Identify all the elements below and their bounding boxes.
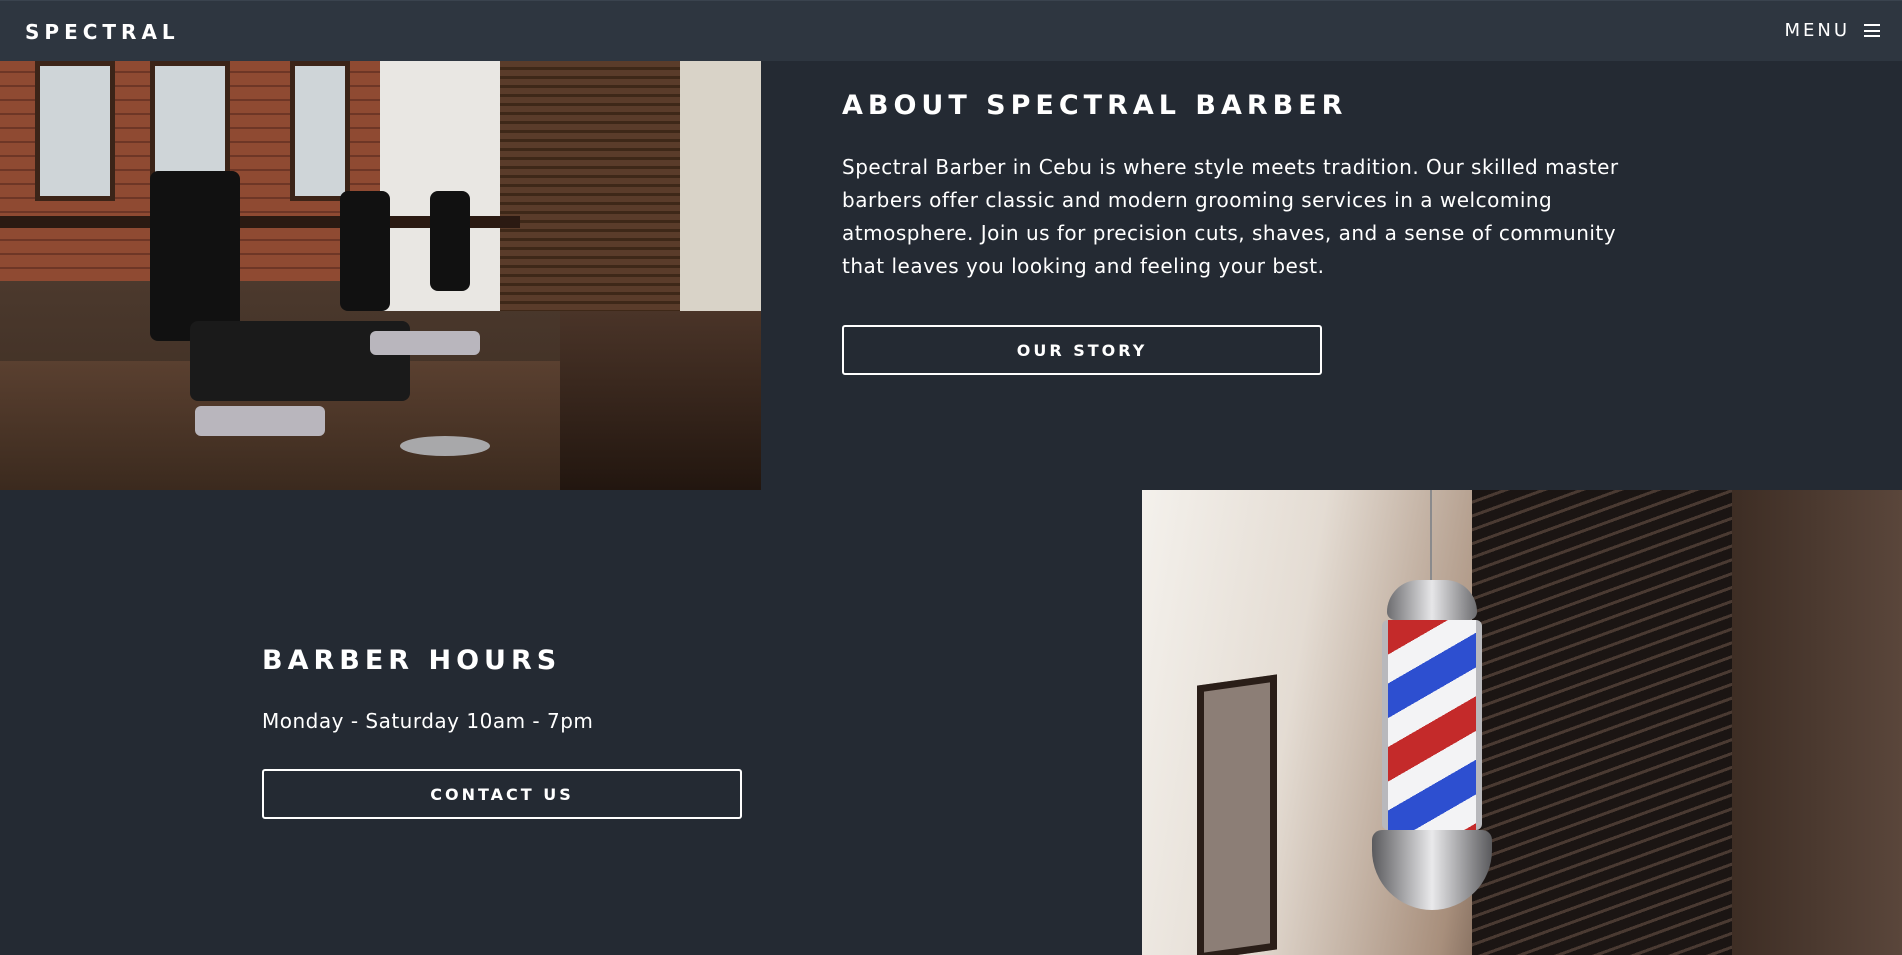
hours-section: BARBER HOURS Monday - Saturday 10am - 7p… [262,645,782,819]
about-title: ABOUT SPECTRAL BARBER [842,90,1348,121]
site-logo[interactable]: SPECTRAL [25,20,180,44]
about-description: Spectral Barber in Cebu is where style m… [842,155,1619,278]
menu-button[interactable]: MENU [1784,20,1880,41]
hours-title: BARBER HOURS [262,645,562,676]
top-header: SPECTRAL MENU [0,0,1902,61]
contact-us-button[interactable]: CONTACT US [262,769,742,819]
about-section: ABOUT SPECTRAL BARBER Spectral Barber in… [842,90,1662,375]
barber-pole-image [1142,490,1902,955]
our-story-button[interactable]: OUR STORY [842,325,1322,375]
hamburger-icon [1864,24,1880,37]
hours-schedule: Monday - Saturday 10am - 7pm [262,709,594,733]
menu-label: MENU [1784,20,1850,41]
barbershop-interior-image [0,61,761,490]
